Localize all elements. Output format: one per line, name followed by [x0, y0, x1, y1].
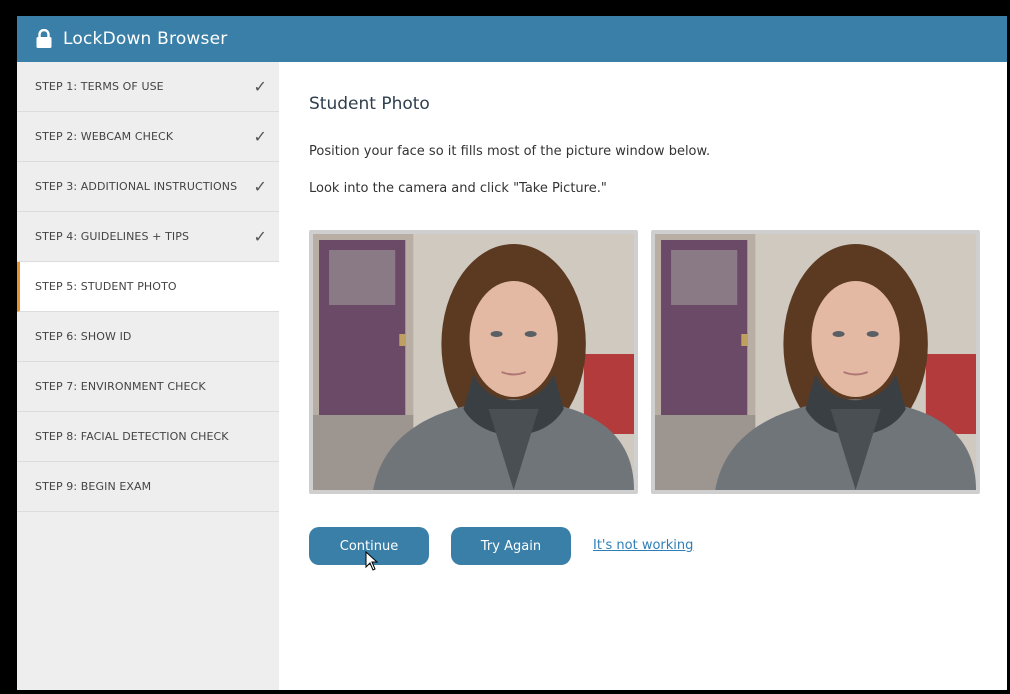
steps-sidebar: STEP 1: TERMS OF USE ✓ STEP 2: WEBCAM CH…	[17, 62, 279, 690]
instruction-text: Position your face so it fills most of t…	[309, 144, 711, 159]
step-guidelines-tips[interactable]: STEP 4: GUIDELINES + TIPS ✓	[17, 212, 279, 262]
step-terms-of-use[interactable]: STEP 1: TERMS OF USE ✓	[17, 62, 279, 112]
step-environment-check[interactable]: STEP 7: ENVIRONMENT CHECK	[17, 362, 279, 412]
step-show-id[interactable]: STEP 6: SHOW ID	[17, 312, 279, 362]
instruction-text: Look into the camera and click "Take Pic…	[309, 181, 607, 196]
live-webcam-view	[309, 230, 638, 494]
step-label: STEP 3: ADDITIONAL INSTRUCTIONS	[35, 180, 238, 193]
title-bar: LockDown Browser	[17, 16, 1007, 62]
step-label: STEP 7: ENVIRONMENT CHECK	[35, 380, 206, 393]
lockdown-browser-window: LockDown Browser STEP 1: TERMS OF USE ✓ …	[17, 16, 1007, 690]
step-label: STEP 9: BEGIN EXAM	[35, 480, 152, 493]
step-label: STEP 6: SHOW ID	[35, 330, 132, 343]
step-webcam-check[interactable]: STEP 2: WEBCAM CHECK ✓	[17, 112, 279, 162]
checkmark-icon: ✓	[253, 227, 267, 246]
main-panel: Student Photo Position your face so it f…	[279, 62, 1007, 690]
try-again-button[interactable]: Try Again	[451, 527, 571, 565]
step-label: STEP 4: GUIDELINES + TIPS	[35, 230, 190, 243]
step-label: STEP 5: STUDENT PHOTO	[35, 280, 177, 293]
not-working-link[interactable]: It's not working	[593, 538, 693, 553]
mouse-cursor-icon	[365, 551, 379, 571]
app-title: LockDown Browser	[63, 29, 228, 49]
step-additional-instructions[interactable]: STEP 3: ADDITIONAL INSTRUCTIONS ✓	[17, 162, 279, 212]
step-label: STEP 1: TERMS OF USE	[35, 80, 164, 93]
checkmark-icon: ✓	[253, 177, 267, 196]
lock-icon	[35, 28, 53, 49]
step-student-photo[interactable]: STEP 5: STUDENT PHOTO	[17, 262, 279, 312]
step-label: STEP 2: WEBCAM CHECK	[35, 130, 174, 143]
checkmark-icon: ✓	[253, 127, 267, 146]
captured-photo	[651, 230, 980, 494]
step-begin-exam[interactable]: STEP 9: BEGIN EXAM	[17, 462, 279, 512]
step-label: STEP 8: FACIAL DETECTION CHECK	[35, 430, 229, 443]
step-facial-detection-check[interactable]: STEP 8: FACIAL DETECTION CHECK	[17, 412, 279, 462]
checkmark-icon: ✓	[253, 77, 267, 96]
page-title: Student Photo	[309, 94, 430, 114]
